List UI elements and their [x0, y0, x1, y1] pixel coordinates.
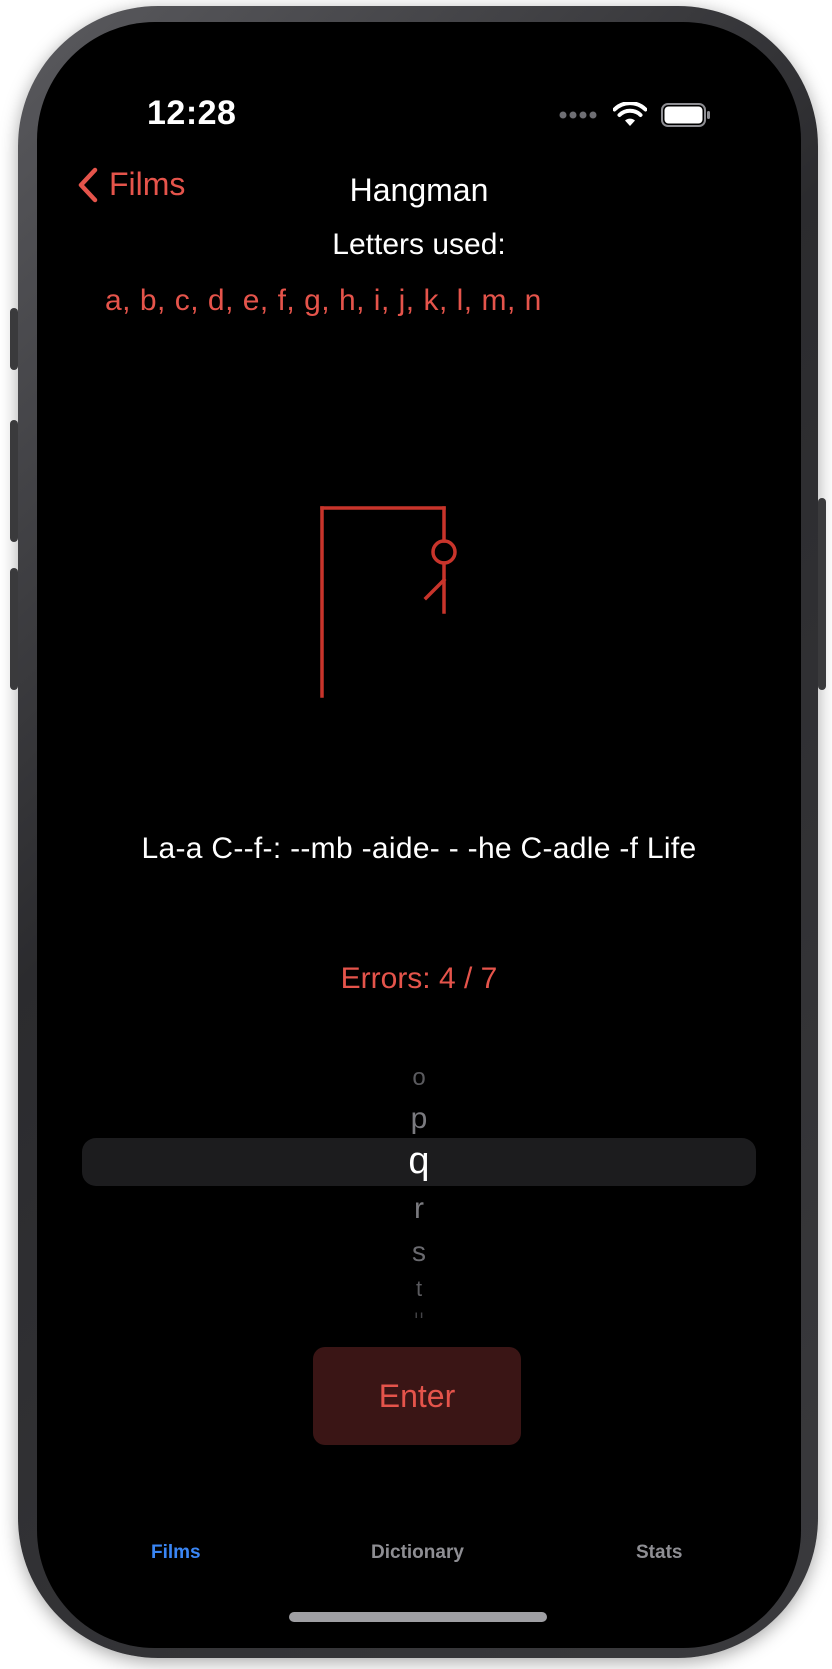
letters-used-list: a, b, c, d, e, f, g, h, i, j, k, l, m, n [105, 284, 542, 317]
hangman-head [431, 539, 457, 565]
picker-item[interactable]: u [37, 1308, 801, 1318]
picker-item[interactable]: p [37, 1102, 801, 1136]
status-time: 12:28 [147, 94, 237, 132]
hangman-drawing [320, 506, 457, 698]
hangman-left-arm [423, 577, 447, 601]
errors-counter: Errors: 4 / 7 [340, 962, 498, 995]
tab-films[interactable]: Films [151, 1542, 201, 1564]
battery-icon [661, 103, 710, 127]
silent-switch [10, 308, 18, 370]
status-icons [559, 102, 711, 128]
letters-used-title: Letters used: [332, 228, 506, 261]
wifi-icon [613, 102, 647, 126]
volume-down-button [10, 568, 18, 690]
home-indicator[interactable] [289, 1612, 547, 1622]
page-title: Hangman [349, 172, 489, 208]
puzzle-text: La-a C--f-: --mb -aide- - -he C-adle -f … [141, 832, 697, 865]
tab-dictionary[interactable]: Dictionary [371, 1542, 464, 1564]
volume-up-button [10, 420, 18, 542]
picker-selected-item[interactable]: q [37, 1140, 801, 1183]
picker-item[interactable]: s [37, 1236, 801, 1268]
enter-button[interactable]: Enter [313, 1347, 521, 1445]
app-screen: 12:28 Films Hangman Letters used: a, b, … [37, 22, 801, 1648]
picker-item[interactable]: o [37, 1064, 801, 1092]
signal-dots-icon [559, 111, 597, 119]
picker-item[interactable]: r [37, 1192, 801, 1226]
power-button [818, 498, 826, 690]
tab-stats[interactable]: Stats [636, 1542, 682, 1564]
picker-item[interactable]: t [37, 1276, 801, 1302]
